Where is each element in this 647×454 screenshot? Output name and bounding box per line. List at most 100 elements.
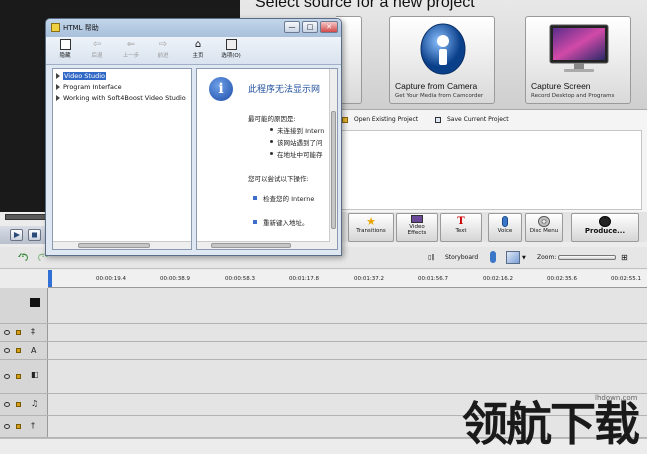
main-toolbar: ★ Transitions Video Effects T Text Voice…	[330, 212, 647, 242]
text-icon: T	[457, 216, 465, 227]
html-help-window: HTML 帮助 — □ ✕ 隐藏 ⇦ 后退 ⇐ 上一步 ⇨ 前进 ⌂ 主页 选项…	[45, 18, 342, 256]
actions-title: 您可以尝试以下操作:	[248, 175, 309, 183]
tree-horizontal-scrollbar[interactable]	[53, 241, 191, 249]
home-icon: ⌂	[194, 39, 202, 50]
overlay-track-icon: ‡	[31, 327, 35, 336]
forward-button[interactable]: ⇨ 前进	[150, 39, 176, 59]
hero-title: Select source for a new project	[255, 0, 475, 11]
fit-timeline-icon[interactable]: ⊞	[621, 253, 628, 262]
stop-button[interactable]	[28, 229, 41, 241]
ruler-tick-label: 00:01:56.7	[418, 276, 448, 282]
lock-icon[interactable]	[16, 402, 21, 407]
hide-button[interactable]: 隐藏	[52, 39, 78, 59]
text-track: A	[0, 342, 647, 360]
minimize-button[interactable]: —	[284, 21, 300, 33]
options-button[interactable]: 选项(O)	[216, 39, 246, 59]
undo-icon[interactable]	[17, 252, 29, 264]
film-icon	[411, 215, 423, 223]
ruler-tick-label: 00:02:55.1	[611, 276, 641, 282]
audio-track-icon: ◧	[31, 370, 39, 379]
lock-icon[interactable]	[16, 374, 21, 379]
produce-button[interactable]: Produce...	[571, 213, 639, 242]
play-button[interactable]	[10, 229, 23, 241]
previous-button[interactable]: ⇐ 上一步	[118, 39, 144, 59]
content-vertical-scrollbar[interactable]	[329, 69, 337, 249]
save-icon	[435, 117, 441, 123]
check-connection-link[interactable]: 检查您的 Interne	[263, 193, 314, 203]
maximize-button[interactable]: □	[302, 21, 318, 33]
open-existing-project-link[interactable]: Open Existing Project	[354, 116, 418, 123]
hide-pane-icon	[59, 39, 71, 50]
camera-lens-icon	[599, 216, 611, 227]
overlay-track: ‡	[0, 324, 647, 342]
video-track-lane[interactable]	[48, 288, 647, 323]
content-horizontal-scrollbar[interactable]	[197, 241, 330, 249]
lock-icon[interactable]	[16, 348, 21, 353]
capture-camera-card[interactable]: Capture from Camera Get Your Media from …	[389, 16, 495, 104]
forward-arrow-icon: ⇨	[158, 39, 168, 50]
disc-menu-button[interactable]: Disc Menu	[525, 213, 563, 242]
zoom-slider[interactable]	[558, 255, 616, 260]
storyboard-toggle[interactable]: Storyboard	[445, 254, 478, 261]
expand-arrow-icon	[56, 84, 60, 90]
ruler-tick-label: 00:00:58.3	[225, 276, 255, 282]
star-icon: ★	[366, 215, 376, 228]
ruler-tick-label: 00:02:35.6	[547, 276, 577, 282]
previous-arrow-icon: ⇐	[126, 39, 136, 50]
expand-arrow-icon	[56, 73, 60, 79]
stop-icon	[32, 232, 37, 238]
storyboard-icon: ▯‖	[428, 254, 435, 261]
help-content-pane: i 此程序无法显示网 最可能的原因是: 未连接到 Intern 该网站遇到了问 …	[196, 68, 338, 250]
info-icon: i	[209, 77, 233, 101]
save-current-project-link[interactable]: Save Current Project	[447, 116, 509, 123]
reason-item: 在地址中可能存	[277, 151, 323, 159]
voice-track-icon: †	[31, 421, 35, 430]
video-effects-button[interactable]: Video Effects	[396, 213, 438, 242]
project-links-bar: Open Existing Project Save Current Proje…	[330, 114, 647, 128]
timeline-ruler[interactable]: 00:00:19.4 00:00:38.9 00:00:58.3 00:01:1…	[48, 270, 647, 288]
reason-item: 该网站遇到了问	[277, 139, 323, 147]
playhead-marker[interactable]	[48, 270, 52, 287]
capture-camera-subtitle: Get Your Media from Camcorder	[395, 93, 484, 99]
close-button[interactable]: ✕	[320, 21, 338, 33]
capture-screen-card[interactable]: Capture Screen Record Desktop and Progra…	[525, 16, 631, 104]
lock-icon[interactable]	[16, 330, 21, 335]
help-window-titlebar[interactable]: HTML 帮助 — □ ✕	[46, 19, 341, 37]
capture-screen-subtitle: Record Desktop and Programs	[531, 93, 615, 99]
voice-button[interactable]: Voice	[488, 213, 522, 242]
disc-icon	[538, 216, 550, 227]
back-button[interactable]: ⇦ 后退	[84, 39, 110, 59]
webcam-icon	[420, 23, 466, 75]
pen-tool-icon[interactable]	[506, 251, 520, 264]
text-track-lane[interactable]	[48, 342, 647, 359]
home-button[interactable]: ⌂ 主页	[185, 39, 211, 59]
eye-icon[interactable]	[4, 374, 10, 379]
overlay-track-lane[interactable]	[48, 324, 647, 341]
lock-icon[interactable]	[16, 424, 21, 429]
ruler-tick-label: 00:01:37.2	[354, 276, 384, 282]
folder-icon	[342, 117, 348, 123]
eye-icon[interactable]	[4, 402, 10, 407]
options-icon	[225, 39, 237, 50]
eye-icon[interactable]	[4, 330, 10, 335]
text-button[interactable]: T Text	[440, 213, 482, 242]
tree-item-working-with[interactable]: Working with Soft4Boost Video Studio	[56, 94, 186, 102]
help-contents-tree: Video Studio Program Interface Working w…	[52, 68, 192, 250]
back-arrow-icon: ⇦	[92, 39, 102, 50]
text-track-label: A	[31, 346, 37, 355]
eye-icon[interactable]	[4, 348, 10, 353]
ruler-tick-label: 00:00:19.4	[96, 276, 126, 282]
retype-address-link[interactable]: 重新键入地址。	[263, 217, 309, 227]
chevron-down-icon[interactable]: ▼	[522, 255, 526, 261]
recent-projects-area	[330, 130, 642, 210]
transitions-button[interactable]: ★ Transitions	[348, 213, 394, 242]
ruler-tick-label: 00:02:16.2	[483, 276, 513, 282]
expand-arrow-icon	[56, 95, 60, 101]
tree-item-video-studio[interactable]: Video Studio	[56, 72, 106, 80]
capture-screen-title: Capture Screen	[531, 81, 591, 91]
tree-item-program-interface[interactable]: Program Interface	[56, 83, 122, 91]
voiceover-icon[interactable]	[490, 251, 496, 263]
video-track	[0, 288, 647, 324]
eye-icon[interactable]	[4, 424, 10, 429]
reasons-title: 最可能的原因是:	[248, 115, 296, 123]
